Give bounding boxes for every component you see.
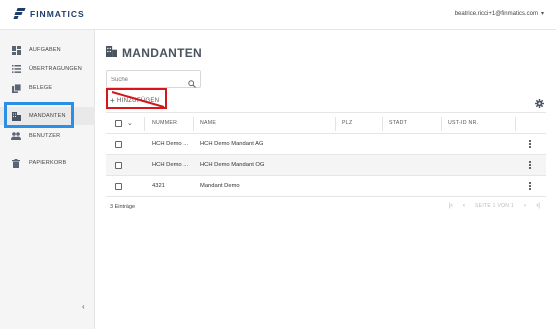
plus-icon: + [110,96,115,105]
mandanten-table: ⌄ NUMMER NAME PLZ STADT UST-ID NR. HCH D… [106,112,546,197]
table-row[interactable]: HCH Demo ... HCH Demo Mandant OG [106,155,546,176]
search-box [106,70,201,88]
logo-mark-icon [13,8,26,20]
user-email: beatrice.ricci+1@finmatics.com [454,10,538,17]
row-menu-icon[interactable] [529,134,531,154]
top-bar: FINMATICS beatrice.ricci+1@finmatics.com… [0,0,556,30]
column-header-name[interactable]: NAME [200,113,216,133]
finmatics-logo[interactable]: FINMATICS [13,8,85,20]
entry-count: 3 Einträge [110,204,136,210]
previous-page-icon[interactable]: ‹ [463,202,465,209]
users-icon [11,131,21,141]
list-icon [11,64,21,74]
page-title-label: MANDANTEN [122,46,203,60]
row-checkbox[interactable] [115,134,122,154]
gear-icon[interactable] [535,95,544,113]
cell-name: Mandant Demo [200,183,240,189]
cell-name: HCH Demo Mandant AG [200,141,264,147]
page-title: MANDANTEN [106,44,202,62]
cell-name: HCH Demo Mandant OG [200,162,265,168]
documents-icon [11,83,21,93]
pagination: |‹ ‹ SEITE 1 VON 1 › ›| [449,202,540,209]
sidebar-item-aufgaben[interactable]: AUFGABEN [0,41,95,59]
last-page-icon[interactable]: ›| [536,202,540,209]
chevron-down-icon[interactable]: ⌄ [127,113,133,133]
column-header-ust-id[interactable]: UST-ID NR. [448,113,478,133]
select-all-checkbox[interactable] [115,113,122,133]
search-input[interactable] [111,74,186,85]
sidebar-item-uebertragungen[interactable]: ÜBERTRAGUNGEN [0,60,95,78]
sidebar-item-label: ÜBERTRAGUNGEN [29,66,82,72]
sidebar-item-papierkorb[interactable]: PAPIERKORB [0,154,95,172]
sidebar-item-belege[interactable]: BELEGE [0,79,95,97]
sidebar: AUFGABEN ÜBERTRAGUNGEN BELEGE MANDANTEN … [0,30,95,329]
first-page-icon[interactable]: |‹ [449,202,453,209]
row-checkbox[interactable] [115,176,122,196]
cell-nummer: HCH Demo ... [152,141,189,147]
user-menu[interactable]: beatrice.ricci+1@finmatics.com ▾ [454,10,544,18]
column-header-stadt[interactable]: STADT [389,113,407,133]
sidebar-item-label: BELEGE [29,85,53,91]
sidebar-item-label: AUFGABEN [29,47,61,53]
brand-name: FINMATICS [30,9,85,19]
page-info: SEITE 1 VON 1 [475,202,514,209]
add-button-label: HINZUFÜGEN [116,97,160,104]
dashboard-icon [11,45,21,55]
table-header-row: ⌄ NUMMER NAME PLZ STADT UST-ID NR. [106,112,546,134]
chevron-down-icon: ▾ [540,11,544,17]
sidebar-item-label: BENUTZER [29,133,61,139]
sidebar-item-label: PAPIERKORB [29,160,67,166]
cell-nummer: 4321 [152,183,165,189]
row-menu-icon[interactable] [529,176,531,196]
next-page-icon[interactable]: › [524,202,526,209]
sidebar-item-benutzer[interactable]: BENUTZER [0,127,95,145]
collapse-sidebar-icon[interactable]: ‹ [82,302,85,311]
cell-nummer: HCH Demo ... [152,162,189,168]
row-menu-icon[interactable] [529,155,531,175]
row-checkbox[interactable] [115,155,122,175]
table-row[interactable]: HCH Demo ... HCH Demo Mandant AG [106,134,546,155]
selection-highlight-box [4,102,74,128]
add-mandant-button[interactable]: + HINZUFÜGEN [110,96,159,105]
table-row[interactable]: 4321 Mandant Demo [106,176,546,197]
building-icon [106,44,117,62]
column-header-nummer[interactable]: NUMMER [152,113,177,133]
search-icon[interactable] [188,75,196,93]
table-footer: 3 Einträge |‹ ‹ SEITE 1 VON 1 › ›| [106,200,546,214]
main-content: MANDANTEN + HINZUFÜGEN ⌄ NUMMER NAME PLZ… [96,30,556,329]
trash-icon [11,158,21,168]
column-header-plz[interactable]: PLZ [342,113,352,133]
